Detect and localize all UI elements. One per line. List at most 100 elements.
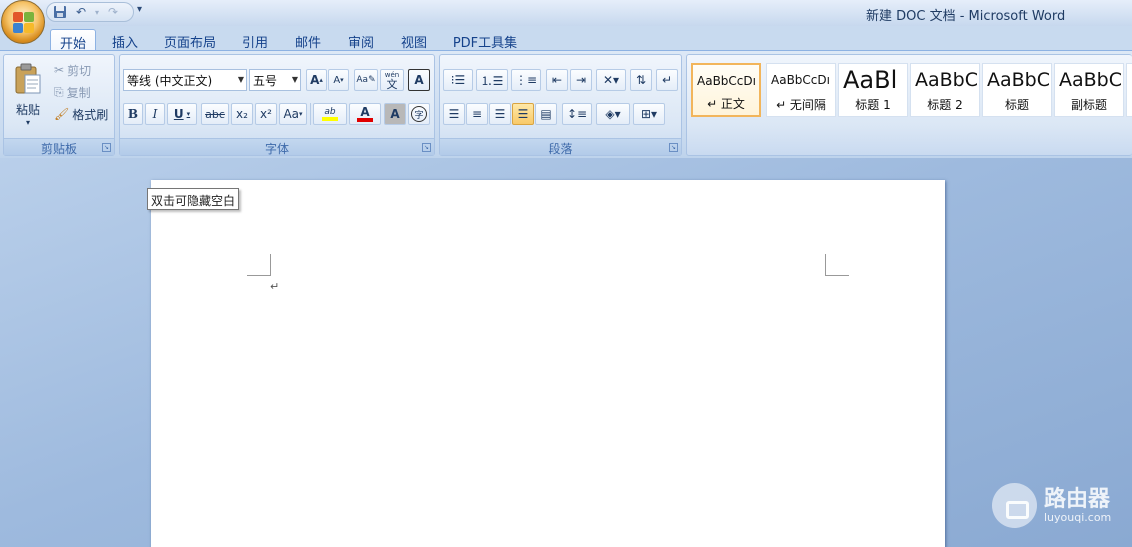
undo-icon[interactable]: ↶ [72,4,90,20]
align-right-icon: ☰ [494,107,506,121]
strikethrough-icon: abc [205,107,225,121]
font-launcher-icon[interactable]: ↘ [422,143,431,152]
paste-button[interactable]: 粘贴 ▾ [10,59,46,131]
tab-home[interactable]: 开始 [50,29,96,52]
customize-qat-button[interactable]: ▾ [137,4,142,15]
phonetic-guide-button[interactable]: wén 文 [380,69,404,91]
increase-indent-button[interactable]: ⇥ [570,69,592,91]
paragraph-group-label: 段落 [440,138,681,156]
style-tile-heading-2[interactable]: AaBbC 标题 2 [910,63,980,117]
style-tile-normal[interactable]: AaBbCcDı ↵ 正文 [691,63,761,117]
grow-font-icon: A [310,73,320,87]
paragraph-mark-icon: ↵ [661,73,673,87]
line-spacing-button[interactable]: ↕≡ [562,103,592,125]
character-shading-button[interactable]: A [384,103,406,125]
document-area: ↵ [0,158,1132,547]
highlight-button[interactable]: ab [313,103,347,125]
format-painter-button[interactable]: 🖌 格式刷 [54,104,108,124]
copy-label: 复制 [66,85,91,100]
justify-button[interactable]: ☰ [512,103,534,125]
change-case-icon: Aa [283,107,300,121]
font-name-value: 等线 (中文正文) [127,73,213,88]
undo-dropdown-icon[interactable]: ▾ [93,4,101,20]
margin-corner-top-right [825,254,849,276]
sort-button[interactable]: ⇅ [630,69,652,91]
character-shading-icon: A [390,107,400,121]
outdent-icon: ⇤ [551,73,563,87]
font-group: 等线 (中文正文) ▼ 五号 ▼ A ▴ A ▾ Aa✎ wén 文 A B I U… [119,54,435,156]
character-border-button[interactable]: A [408,69,430,91]
font-color-button[interactable]: A [349,103,381,125]
office-logo-icon [13,12,35,34]
cut-button[interactable]: ✂ 剪切 [54,60,91,80]
character-border-icon: A [414,73,424,87]
paragraph-launcher-icon[interactable]: ↘ [669,143,678,152]
ribbon-tabs: 开始 插入 页面布局 引用 邮件 审阅 视图 PDF工具集 [0,26,1132,52]
decrease-indent-button[interactable]: ⇤ [546,69,568,91]
superscript-button[interactable]: x² [255,103,277,125]
numbering-button[interactable]: ⒈☰ [476,69,508,91]
router-logo-icon [992,483,1037,528]
highlight-color-swatch [322,117,338,121]
show-marks-button[interactable]: ↵ [656,69,678,91]
strikethrough-button[interactable]: abc [201,103,229,125]
align-left-button[interactable]: ☰ [443,103,465,125]
redo-icon[interactable]: ↷ [104,4,122,20]
grow-font-button[interactable]: A ▴ [306,69,327,91]
shrink-font-button[interactable]: A ▾ [328,69,349,91]
tab-insert[interactable]: 插入 [106,29,144,51]
tab-references[interactable]: 引用 [236,29,274,51]
style-tile-no-spacing[interactable]: AaBbCcDı ↵ 无间隔 [766,63,836,117]
margin-corner-top-left [247,254,271,276]
hide-white-space-tooltip: 双击可隐藏空白 [147,188,240,210]
borders-button[interactable]: ⊞▾ [633,103,665,125]
font-color-icon: A [360,104,370,119]
style-name: ↵ 正文 [707,97,745,111]
style-tile-title[interactable]: AaBbC 标题 [982,63,1052,117]
tab-review[interactable]: 审阅 [342,29,380,51]
eraser-icon: Aa✎ [356,75,376,85]
enclose-characters-button[interactable]: 字 [408,103,430,125]
italic-button[interactable]: I [145,103,165,125]
title-bar: ↶ ▾ ↷ ▾ 新建 DOC 文档 - Microsoft Word [0,0,1132,26]
multilevel-list-button[interactable]: ⋮≡ [511,69,541,91]
superscript-icon: x² [260,107,272,121]
tab-mailings[interactable]: 邮件 [289,29,327,51]
numbered-list-icon: ⒈☰ [480,73,504,88]
tab-pdf-tools[interactable]: PDF工具集 [450,29,520,51]
clipboard-launcher-icon[interactable]: ↘ [102,143,111,152]
copy-button[interactable]: ⎘ 复制 [54,82,91,102]
align-center-button[interactable]: ≡ [466,103,488,125]
tab-view[interactable]: 视图 [395,29,433,51]
font-name-select[interactable]: 等线 (中文正文) ▼ [123,69,247,91]
font-size-select[interactable]: 五号 ▼ [249,69,301,91]
separator [310,103,311,125]
style-tile-heading-1[interactable]: AaBl 标题 1 [838,63,908,117]
watermark: 路由器 luyouqi.com [992,483,1111,528]
align-right-button[interactable]: ☰ [489,103,511,125]
change-case-button[interactable]: Aa ▾ [279,103,307,125]
save-icon[interactable] [51,4,69,20]
shading-button[interactable]: ◈▾ [596,103,630,125]
watermark-url: luyouqi.com [1044,510,1112,524]
underline-button[interactable]: U ▾ [167,103,197,125]
office-button[interactable] [1,0,45,44]
chinese-layout-button[interactable]: ✕▾ [596,69,626,91]
distributed-button[interactable]: ▤ [535,103,557,125]
style-tile-subtitle[interactable]: AaBbC 副标题 [1054,63,1124,117]
bullets-button[interactable]: ⁝☰ [443,69,473,91]
style-tile-more[interactable] [1126,63,1132,117]
paste-dropdown-icon: ▾ [25,118,30,127]
document-page[interactable]: ↵ [151,180,945,547]
paragraph-group: ⁝☰ ⒈☰ ⋮≡ ⇤ ⇥ ✕▾ ⇅ ↵ ☰ ≡ ☰ ☰ ▤ ↕≡ ◈▾ ⊞▾ 段… [439,54,682,156]
style-name: 标题 [1004,98,1029,112]
subscript-button[interactable]: x₂ [231,103,253,125]
italic-icon: I [152,107,158,121]
tab-page-layout[interactable]: 页面布局 [160,29,220,51]
style-sample: AaBbC [915,69,979,91]
clear-formatting-button[interactable]: Aa✎ [354,69,378,91]
style-name: 标题 2 [927,98,963,112]
style-sample: AaBbC [1059,69,1123,91]
bold-button[interactable]: B [123,103,143,125]
style-sample: AaBbCcDı [697,74,756,88]
